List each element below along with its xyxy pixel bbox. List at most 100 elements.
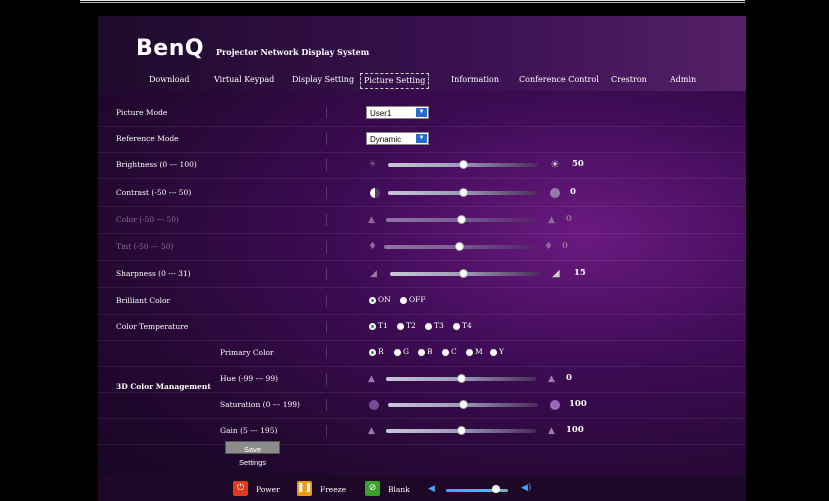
primary-color-m-radio[interactable]: M — [466, 347, 483, 356]
picture-mode-select[interactable]: User1 ▼ — [366, 106, 429, 119]
row-saturation: Saturation (0 --- 199) 100 — [98, 392, 746, 419]
save-settings-button[interactable]: Save Settings — [225, 441, 280, 467]
primary-color-c-radio[interactable]: C — [442, 347, 457, 356]
primary-color-b-radio[interactable]: B — [418, 347, 433, 356]
sun-bright-icon: ☀ — [550, 158, 560, 171]
reference-mode-label: Reference Mode — [116, 134, 179, 143]
tab-picture-setting[interactable]: Picture Setting — [360, 73, 430, 89]
row-primary-color: Primary Color R G B C M Y — [98, 340, 746, 367]
volume-down-icon[interactable]: ◀ — [428, 485, 438, 495]
option-c: C — [451, 347, 457, 356]
tint-value: 0 — [562, 241, 568, 251]
row-sharpness: Sharpness (0 --- 31) ◢ ◢ 15 — [98, 261, 746, 288]
row-brilliant-color: Brilliant Color ON OFF — [98, 288, 746, 315]
color-slider-knob — [457, 215, 466, 224]
picture-mode-label: Picture Mode — [116, 108, 168, 117]
chevron-down-icon: ▼ — [416, 134, 427, 143]
option-t3: T3 — [434, 321, 444, 330]
option-t2: T2 — [406, 321, 416, 330]
row-contrast: Contrast (-50 --- 50) 0 — [98, 180, 746, 207]
option-m: M — [475, 347, 483, 356]
divider — [326, 399, 327, 411]
gain-label: Gain (5 --- 195) — [220, 426, 278, 435]
saturation-value: 100 — [569, 399, 587, 409]
sharpness-slider-knob[interactable] — [458, 269, 468, 278]
tab-virtual-keypad[interactable]: Virtual Keypad — [211, 73, 277, 87]
row-tint: Tint (-50 --- 50) ♦ ♦ 0 — [98, 234, 746, 261]
hue-low-icon: ▲ — [368, 374, 375, 384]
gain-low-icon: ▲ — [368, 426, 375, 436]
radio-icon — [442, 348, 449, 356]
tab-download[interactable]: Download — [146, 73, 193, 87]
hue-value: 0 — [566, 373, 572, 383]
option-r: R — [378, 347, 384, 356]
contrast-high-icon — [550, 188, 560, 198]
top-stripe — [80, 0, 745, 1]
color-temp-t2-radio[interactable]: T2 — [397, 321, 416, 330]
radio-icon — [425, 322, 432, 330]
color-management-label: 3D Color Management — [116, 382, 211, 391]
primary-color-y-radio[interactable]: Y — [490, 347, 504, 356]
divider — [326, 321, 327, 333]
brilliant-color-label: Brilliant Color — [116, 296, 171, 305]
saturation-label: Saturation (0 --- 199) — [220, 400, 300, 409]
color-low-icon: ▲ — [368, 215, 375, 225]
color-temp-t3-radio[interactable]: T3 — [425, 321, 444, 330]
freeze-button[interactable]: ❚❚ — [297, 481, 312, 496]
primary-color-r-radio[interactable]: R — [369, 347, 384, 356]
brilliant-color-off-radio[interactable]: OFF — [400, 295, 426, 304]
row-color-temperature: Color Temperature T1 T2 T3 T4 — [98, 314, 746, 341]
color-value: 0 — [566, 214, 572, 224]
power-button[interactable]: ⏻ — [233, 481, 248, 496]
tab-crestron[interactable]: Crestron — [608, 73, 650, 87]
hue-high-icon: ▲ — [548, 374, 555, 384]
tab-conference-control[interactable]: Conference Control — [516, 73, 602, 87]
volume-slider-knob[interactable] — [491, 485, 500, 493]
gain-value: 100 — [566, 425, 584, 435]
freeze-label: Freeze — [320, 485, 347, 494]
divider — [326, 268, 327, 280]
saturation-low-icon — [369, 400, 379, 410]
contrast-slider-knob[interactable] — [459, 188, 468, 197]
volume-up-icon[interactable]: ◀) — [521, 484, 535, 494]
primary-color-g-radio[interactable]: G — [394, 347, 409, 356]
blank-button[interactable]: ⊘ — [365, 481, 380, 496]
row-color: Color (-50 --- 50) ▲ ▲ 0 — [98, 207, 746, 234]
divider — [326, 133, 327, 145]
gain-slider-knob[interactable] — [457, 426, 466, 435]
color-temp-t1-radio[interactable]: T1 — [369, 321, 388, 330]
radio-icon — [453, 322, 460, 330]
chevron-down-icon: ▼ — [416, 108, 427, 117]
saturation-slider-knob[interactable] — [459, 400, 469, 409]
radio-icon — [466, 348, 473, 356]
divider — [326, 373, 327, 385]
brilliant-color-on-radio[interactable]: ON — [369, 295, 391, 304]
brightness-slider-knob[interactable] — [459, 160, 468, 169]
blank-label: Blank — [388, 485, 410, 494]
radio-selected-icon — [369, 296, 376, 304]
contrast-low-icon — [370, 188, 380, 198]
color-temp-t4-radio[interactable]: T4 — [453, 321, 472, 330]
tab-admin[interactable]: Admin — [667, 73, 699, 87]
tint-slider-knob — [455, 242, 464, 251]
reference-mode-select[interactable]: Dynamic ▼ — [366, 132, 429, 145]
hue-slider-knob[interactable] — [457, 374, 466, 383]
option-t1: T1 — [378, 321, 388, 330]
option-b: B — [427, 347, 433, 356]
option-on: ON — [378, 295, 391, 304]
gain-high-icon: ▲ — [548, 426, 555, 436]
droplet-high-icon: ♦ — [544, 241, 553, 252]
reference-mode-value: Dynamic — [370, 135, 402, 144]
header: BenQ Projector Network Display System Do… — [98, 16, 746, 91]
sharpness-high-icon: ◢ — [552, 268, 560, 279]
top-stripe-2 — [80, 2, 745, 3]
blank-icon: ⊘ — [368, 483, 377, 493]
tab-display-setting[interactable]: Display Setting — [289, 73, 357, 87]
hue-label: Hue (-99 --- 99) — [220, 374, 279, 383]
color-label: Color (-50 --- 50) — [116, 215, 179, 224]
contrast-label: Contrast (-50 --- 50) — [116, 188, 192, 197]
tab-information[interactable]: Information — [448, 73, 502, 87]
tint-label: Tint (-50 --- 50) — [116, 242, 174, 251]
brightness-label: Brightness (0 --- 100) — [116, 160, 197, 169]
saturation-high-icon — [550, 400, 560, 410]
